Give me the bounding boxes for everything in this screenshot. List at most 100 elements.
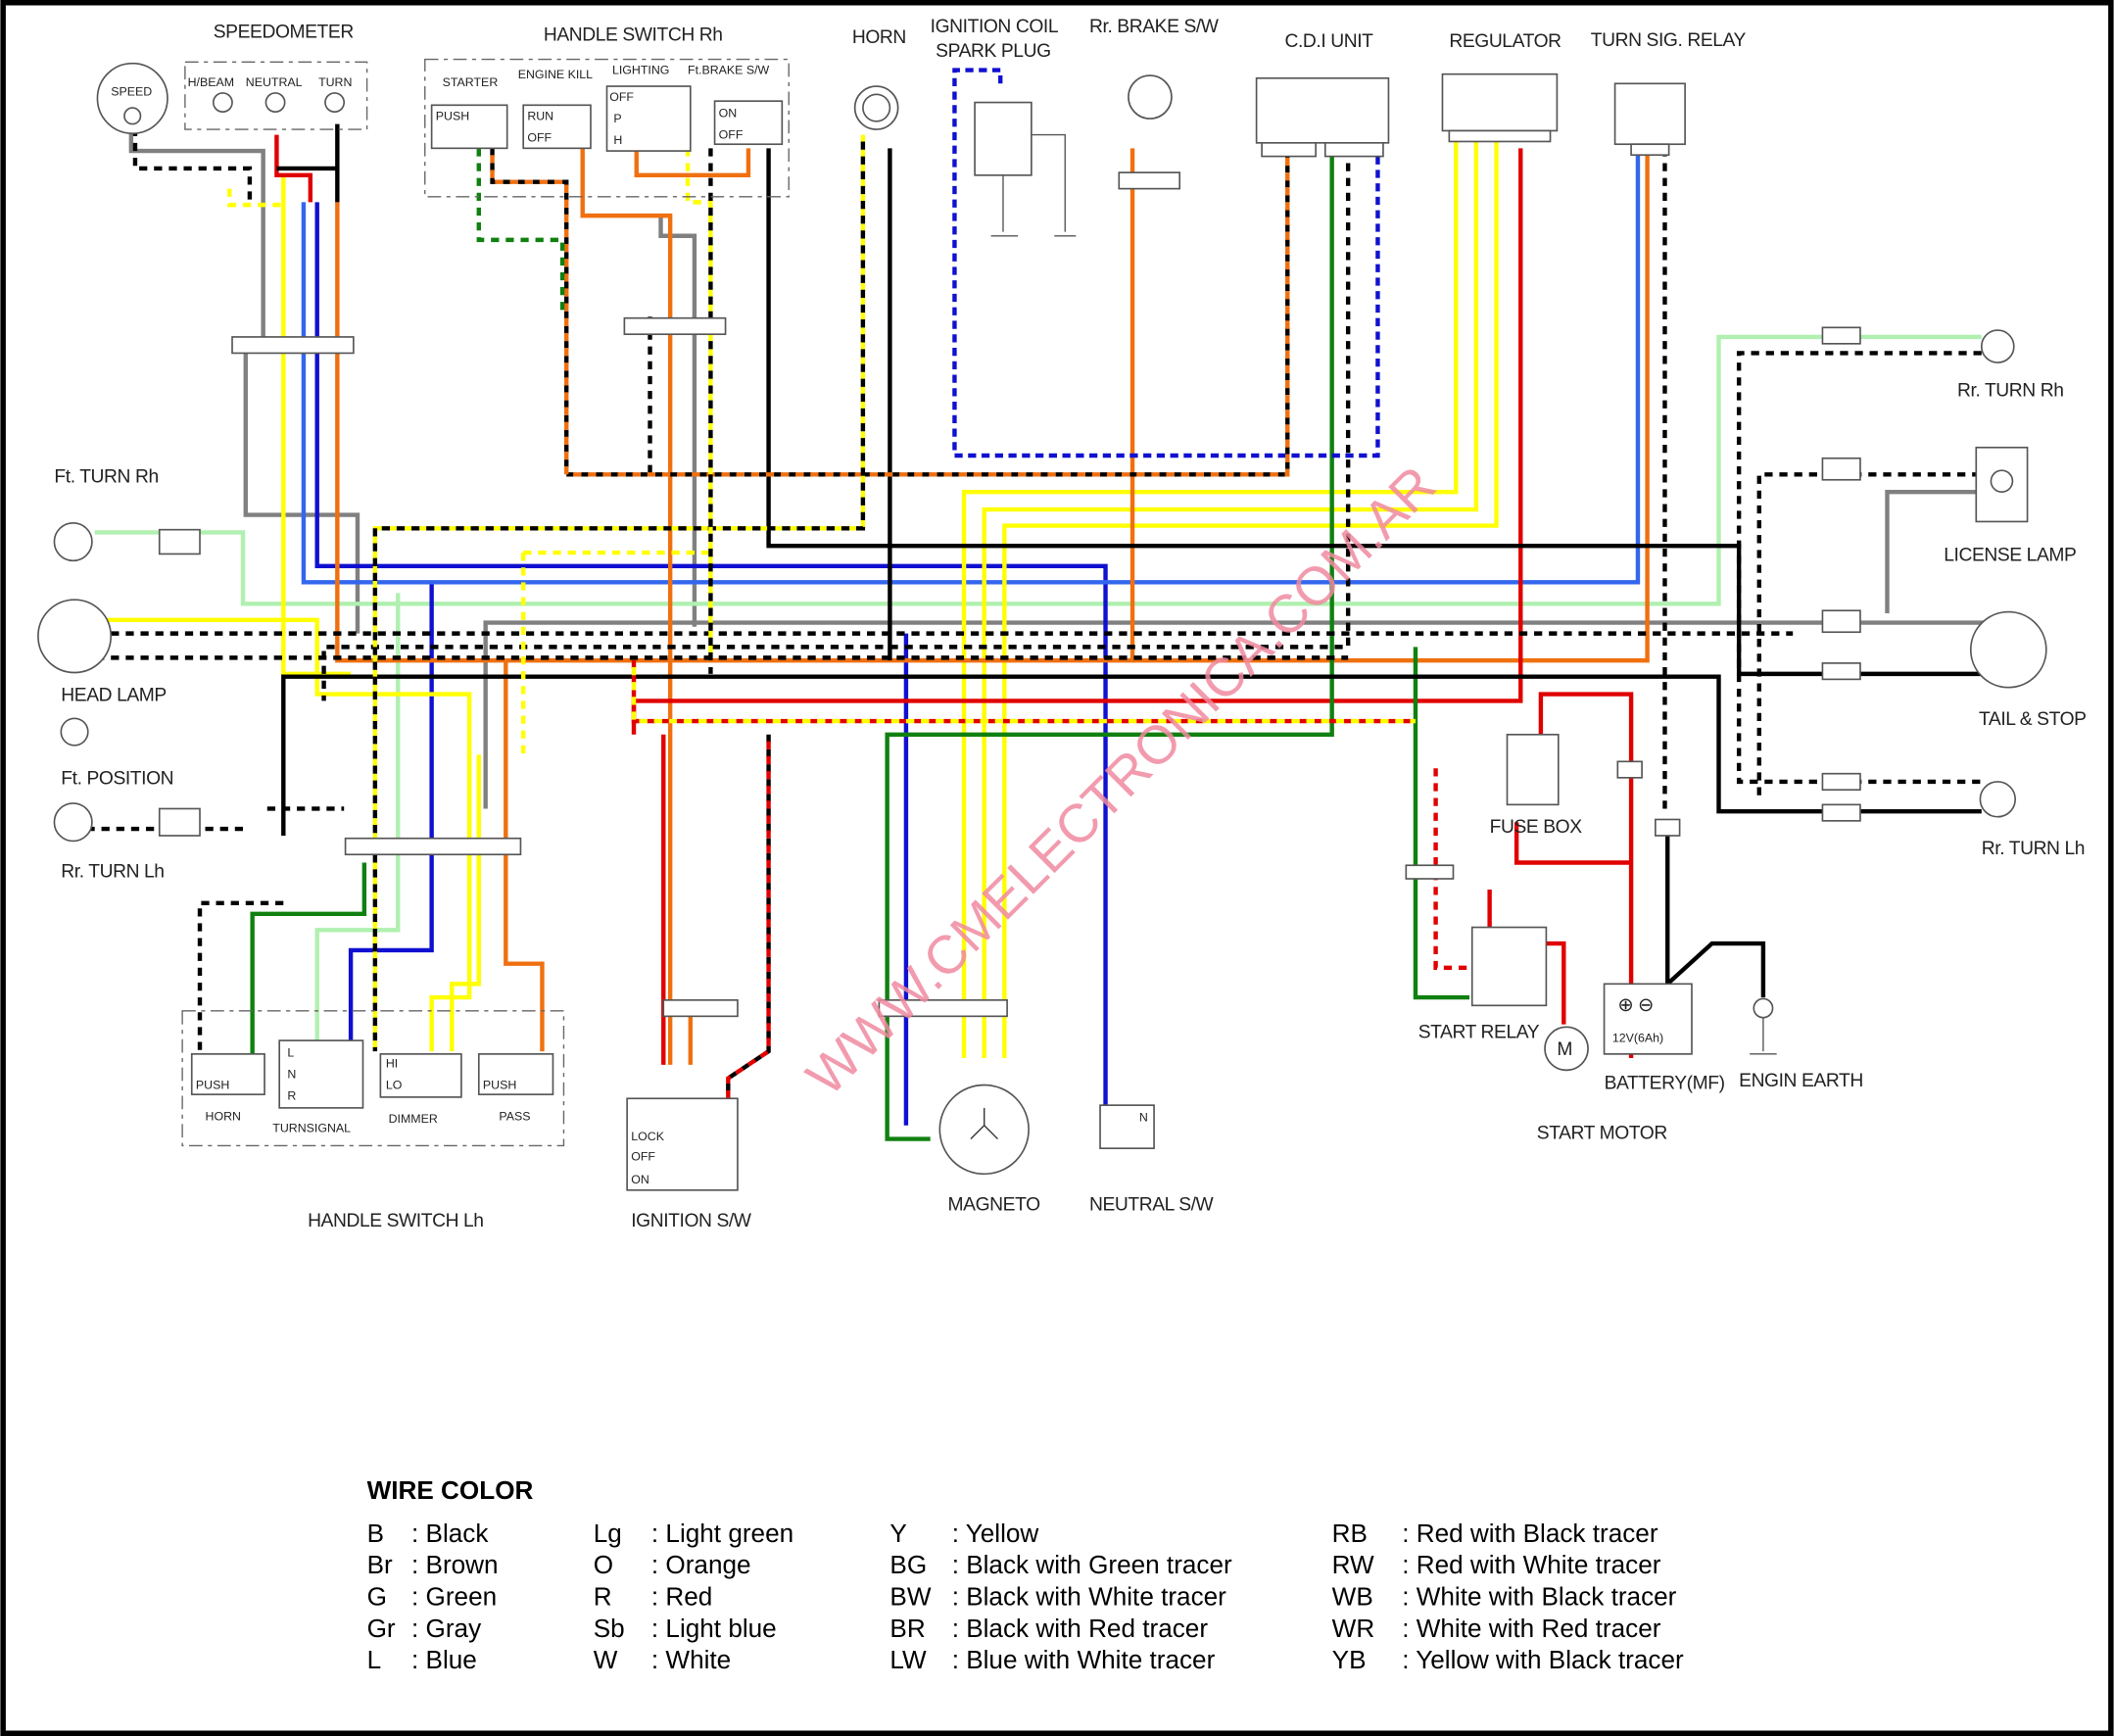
svg-text:PUSH: PUSH	[196, 1079, 229, 1092]
legend-code: BG	[889, 1550, 927, 1579]
legend-name: : Yellow with Black tracer	[1402, 1645, 1684, 1674]
svg-text:SPEED: SPEED	[111, 85, 152, 99]
svg-text:START RELAY: START RELAY	[1418, 1022, 1540, 1042]
svg-text:LIGHTING: LIGHTING	[612, 64, 669, 77]
svg-text:Rr. BRAKE S/W: Rr. BRAKE S/W	[1089, 17, 1220, 37]
svg-text:12V(6Ah): 12V(6Ah)	[1612, 1031, 1663, 1044]
legend-code: WR	[1332, 1614, 1375, 1643]
svg-text:HANDLE SWITCH Lh: HANDLE SWITCH Lh	[308, 1211, 484, 1231]
svg-text:RUN: RUN	[527, 109, 553, 122]
svg-text:ON: ON	[631, 1173, 649, 1186]
svg-text:LOCK: LOCK	[631, 1130, 664, 1143]
svg-text:Rr. TURN Lh: Rr. TURN Lh	[1982, 839, 2085, 859]
diagram-canvas: SPEEDOMETER SPEED H/BEAM NEUTRAL TURN HA…	[0, 0, 2114, 1736]
legend-code: G	[367, 1582, 387, 1612]
svg-text:HORN: HORN	[206, 1109, 241, 1123]
legend-name: : Gray	[411, 1614, 482, 1643]
legend-code: BR	[889, 1614, 925, 1643]
svg-text:START MOTOR: START MOTOR	[1537, 1124, 1668, 1144]
label-handle-switch-rh: HANDLE SWITCH Rh	[544, 24, 723, 45]
svg-text:ENGIN EARTH: ENGIN EARTH	[1739, 1071, 1863, 1091]
svg-text:Ft.BRAKE S/W: Ft.BRAKE S/W	[688, 64, 770, 77]
svg-text:PUSH: PUSH	[483, 1079, 516, 1092]
svg-text:IGNITION S/W: IGNITION S/W	[631, 1211, 752, 1231]
wiring-diagram: SPEEDOMETER SPEED H/BEAM NEUTRAL TURN HA…	[0, 0, 2114, 1736]
svg-text:LICENSE LAMP: LICENSE LAMP	[1944, 545, 2076, 565]
legend-code: Y	[889, 1519, 906, 1548]
legend-code: BW	[889, 1582, 931, 1612]
legend-name: : Black with Red tracer	[952, 1614, 1209, 1643]
legend-code: YB	[1332, 1645, 1367, 1674]
svg-text:L: L	[287, 1046, 294, 1060]
svg-text:DIMMER: DIMMER	[389, 1112, 438, 1126]
legend-name: : Brown	[411, 1550, 499, 1579]
legend-code: B	[367, 1519, 384, 1548]
legend-code: Gr	[367, 1614, 396, 1643]
svg-text:TAIL & STOP: TAIL & STOP	[1979, 709, 2087, 730]
svg-text:ON: ON	[719, 107, 738, 121]
svg-text:OFF: OFF	[527, 130, 552, 144]
legend-code: Br	[367, 1550, 393, 1579]
svg-text:R: R	[287, 1089, 296, 1103]
svg-text:TURN SIG. RELAY: TURN SIG. RELAY	[1591, 30, 1747, 51]
svg-text:STARTER: STARTER	[443, 75, 499, 89]
legend-name: : Red with White tracer	[1402, 1550, 1661, 1579]
svg-text:MAGNETO: MAGNETO	[948, 1194, 1041, 1215]
svg-text:P: P	[613, 112, 621, 125]
svg-text:IGNITION COIL: IGNITION COIL	[931, 17, 1059, 37]
legend-code: R	[594, 1582, 612, 1612]
label-speedometer: SPEEDOMETER	[214, 23, 355, 43]
legend-name: : Light green	[651, 1519, 793, 1548]
svg-text:TURN: TURN	[318, 75, 352, 89]
svg-text:Rr. TURN Lh: Rr. TURN Lh	[61, 862, 164, 883]
svg-text:ENGINE KILL: ENGINE KILL	[518, 68, 593, 81]
svg-text:BATTERY(MF): BATTERY(MF)	[1605, 1074, 1725, 1094]
svg-text:LO: LO	[386, 1079, 403, 1092]
legend-name: : Red with Black tracer	[1402, 1519, 1658, 1548]
svg-text:N: N	[1139, 1111, 1148, 1125]
svg-text:OFF: OFF	[609, 90, 634, 104]
svg-text:FUSE BOX: FUSE BOX	[1490, 817, 1583, 838]
legend-name: : White with Red tracer	[1402, 1614, 1661, 1643]
legend-code: RW	[1332, 1550, 1374, 1579]
svg-text:REGULATOR: REGULATOR	[1449, 31, 1561, 52]
svg-text:TURNSIGNAL: TURNSIGNAL	[272, 1122, 351, 1135]
legend-name: : Orange	[651, 1550, 751, 1579]
svg-text:SPARK PLUG: SPARK PLUG	[936, 41, 1050, 62]
legend-code: LW	[889, 1645, 927, 1674]
svg-text:C.D.I UNIT: C.D.I UNIT	[1285, 31, 1374, 52]
svg-text:PUSH: PUSH	[436, 109, 469, 122]
legend-code: W	[594, 1645, 618, 1674]
svg-text:OFF: OFF	[719, 128, 744, 142]
legend-name: : Black with Green tracer	[952, 1550, 1232, 1579]
legend-title: WIRE COLOR	[367, 1475, 534, 1505]
regulator: REGULATOR	[1441, 31, 1562, 143]
legend-name: : White	[651, 1645, 731, 1674]
svg-text:Rr. TURN Rh: Rr. TURN Rh	[1957, 380, 2063, 401]
legend-code: Sb	[594, 1614, 625, 1643]
svg-text:H: H	[613, 133, 622, 147]
legend-name: : Blue with White tracer	[952, 1645, 1216, 1674]
svg-text:HI: HI	[386, 1057, 398, 1071]
legend-code: RB	[1332, 1519, 1368, 1548]
svg-text:⊕ ⊖: ⊕ ⊖	[1617, 995, 1653, 1016]
svg-text:Ft. TURN Rh: Ft. TURN Rh	[54, 467, 158, 488]
svg-text:NEUTRAL S/W: NEUTRAL S/W	[1089, 1194, 1215, 1215]
legend-code: O	[594, 1550, 613, 1579]
legend-code: WB	[1332, 1582, 1373, 1612]
svg-text:M: M	[1557, 1039, 1572, 1060]
svg-text:H/BEAM: H/BEAM	[188, 75, 234, 89]
svg-text:OFF: OFF	[631, 1150, 655, 1164]
legend-code: Lg	[594, 1519, 622, 1548]
svg-text:NEUTRAL: NEUTRAL	[246, 75, 303, 89]
legend-name: : Red	[651, 1582, 712, 1612]
legend-name: : Yellow	[952, 1519, 1039, 1548]
legend-name: : White with Black tracer	[1402, 1582, 1676, 1612]
legend-name: : Blue	[411, 1645, 477, 1674]
svg-text:HEAD LAMP: HEAD LAMP	[61, 685, 167, 705]
legend-name: : Black with White tracer	[952, 1582, 1226, 1612]
svg-text:N: N	[287, 1068, 296, 1082]
ignition-switch: LOCK OFF ON IGNITION S/W	[626, 1097, 752, 1231]
legend-name: : Black	[411, 1519, 489, 1548]
svg-text:HORN: HORN	[852, 27, 906, 48]
